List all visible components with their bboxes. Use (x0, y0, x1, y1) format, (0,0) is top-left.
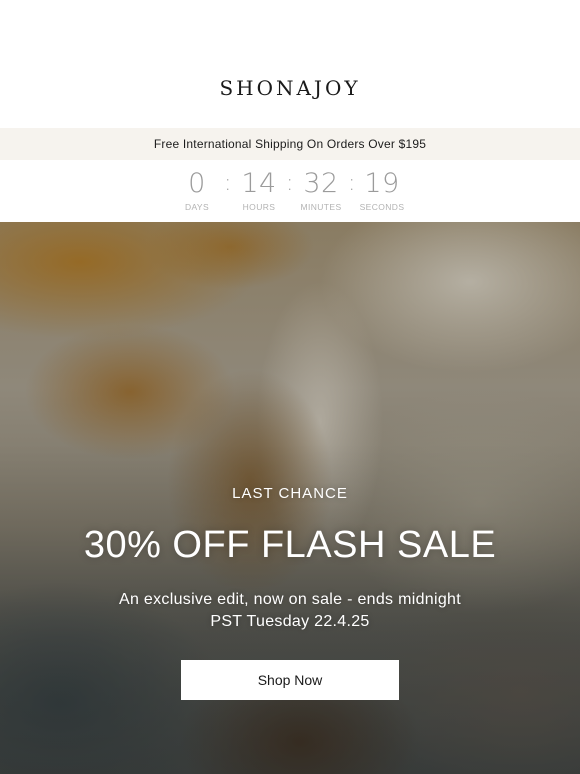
countdown-hours: 14 HOURS (229, 168, 289, 212)
hero-headline: 30% OFF FLASH SALE (83, 524, 497, 566)
countdown-seconds: 19 SECONDS (352, 168, 412, 212)
countdown-timer: 0 DAYS : 14 HOURS : 32 MINUTES : 19 SECO… (0, 160, 580, 222)
shipping-banner: Free International Shipping On Orders Ov… (0, 128, 580, 160)
countdown-minutes-value: 32 (303, 168, 339, 199)
countdown-minutes-label: MINUTES (300, 202, 342, 212)
countdown-hours-label: HOURS (242, 202, 276, 212)
brand-logo[interactable]: SHONAJOY (219, 76, 360, 100)
header: SHONAJOY (0, 0, 580, 128)
hero-kicker: LAST CHANCE (232, 485, 348, 502)
countdown-seconds-value: 19 (364, 168, 400, 199)
hero-content: LAST CHANCE 30% OFF FLASH SALE An exclus… (0, 222, 580, 774)
countdown-days-label: DAYS (184, 202, 210, 212)
countdown-days: 0 DAYS (167, 168, 227, 212)
hero-subline-line-2: PST Tuesday 22.4.25 (210, 613, 370, 630)
countdown-minutes: 32 MINUTES (291, 168, 351, 212)
hero-banner[interactable]: LAST CHANCE 30% OFF FLASH SALE An exclus… (0, 222, 580, 774)
countdown-hours-value: 14 (241, 168, 277, 199)
hero-subline-line-1: An exclusive edit, now on sale - ends mi… (119, 591, 461, 608)
hero-subline: An exclusive edit, now on sale - ends mi… (0, 589, 580, 633)
countdown-seconds-label: SECONDS (359, 202, 405, 212)
countdown-days-value: 0 (188, 168, 206, 199)
shipping-banner-link[interactable]: Free International Shipping On Orders Ov… (154, 137, 426, 151)
shop-now-button[interactable]: Shop Now (181, 660, 399, 700)
